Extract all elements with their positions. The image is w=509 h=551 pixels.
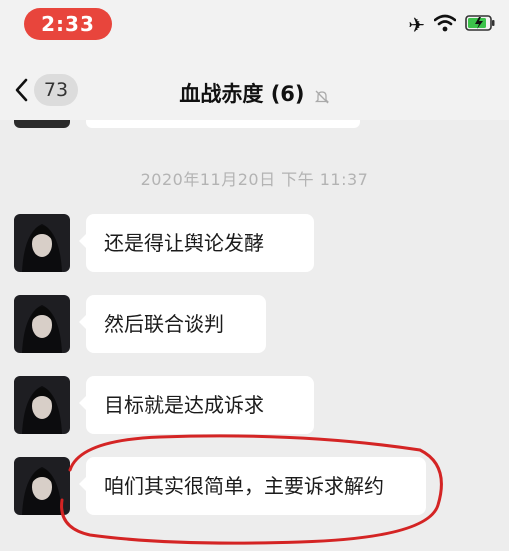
message-bubble[interactable]: 还是得让舆论发酵 [79, 214, 314, 272]
airplane-icon: ✈ [408, 13, 425, 37]
avatar[interactable] [14, 120, 70, 128]
message-bubble-previous[interactable] [86, 120, 360, 128]
chat-title: 血战赤度 (6) [179, 82, 305, 106]
avatar[interactable] [14, 214, 70, 272]
avatar[interactable] [14, 457, 70, 515]
battery-charging-icon [465, 15, 495, 35]
status-bar: 2:33 ✈ [0, 0, 509, 48]
avatar[interactable] [14, 295, 70, 353]
message-list[interactable]: 2020年11月20日 下午 11:37 还是得让舆论发酵 然后联合谈判 目标就… [0, 120, 509, 551]
wifi-icon [433, 14, 457, 36]
message-timestamp: 2020年11月20日 下午 11:37 [140, 170, 369, 189]
status-icons: ✈ [408, 14, 495, 36]
avatar[interactable] [14, 376, 70, 434]
message-bubble[interactable]: 目标就是达成诉求 [79, 376, 314, 434]
chat-header: 73 血战赤度 (6) [0, 48, 509, 120]
message-bubble[interactable]: 咱们其实很简单，主要诉求解约 [79, 457, 426, 515]
status-time: 2:33 [24, 8, 112, 40]
message-bubble[interactable]: 然后联合谈判 [79, 295, 266, 353]
mute-bell-icon [314, 90, 329, 103]
